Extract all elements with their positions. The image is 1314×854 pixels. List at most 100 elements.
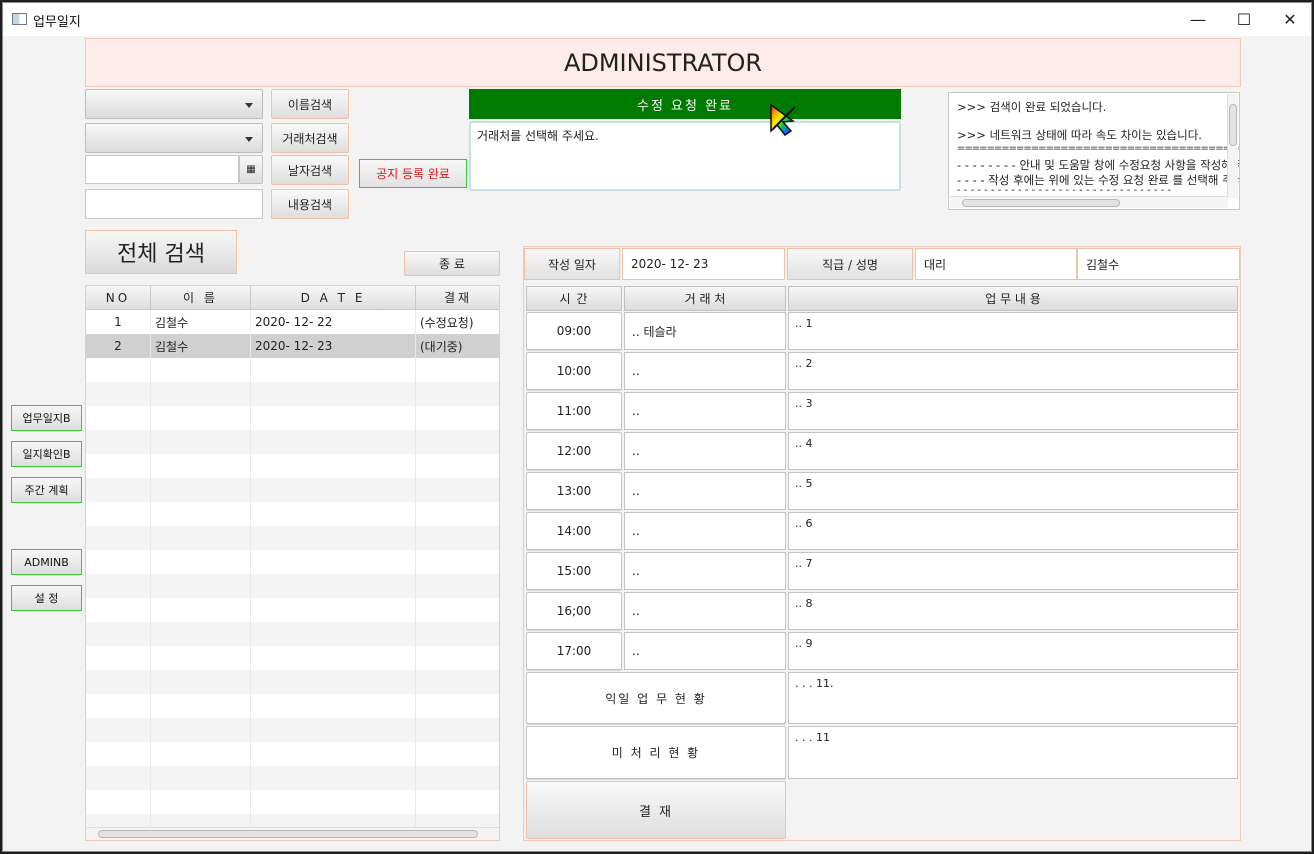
cell-date [251,598,416,622]
sidebar-item-weekly-plan[interactable]: 주간 계획 [11,477,82,503]
table-row[interactable] [86,742,499,766]
approve-button[interactable]: 결 재 [526,781,786,839]
client-field[interactable]: .. [624,592,786,630]
cell-no [86,694,151,718]
cell-date [251,430,416,454]
client-field[interactable]: .. [624,432,786,470]
chevron-down-icon [245,137,253,142]
log-line: >>> 네트워크 상태에 따라 속도 차이는 있습니다. [957,128,1202,142]
table-row[interactable] [86,358,499,382]
table-row[interactable] [86,430,499,454]
exit-button[interactable]: 종 료 [404,251,500,276]
table-row[interactable] [86,550,499,574]
name-search-button[interactable]: 이름검색 [271,89,349,119]
log-vertical-scrollbar[interactable] [1227,94,1238,198]
full-search-button[interactable]: 전체 검색 [85,230,237,274]
client-field[interactable]: .. [624,472,786,510]
cell-status [416,382,499,406]
cell-status [416,502,499,526]
cell-name [151,646,251,670]
scroll-thumb[interactable] [962,199,1120,207]
table-row[interactable]: 2 김철수 2020- 12- 23 (대기중) [86,334,499,358]
work-content-field[interactable]: .. 5 [788,472,1238,510]
request-complete-bar[interactable]: 수정 요청 완료 [469,89,901,119]
table-row[interactable] [86,478,499,502]
date-search-button[interactable]: 날자검색 [271,155,349,185]
work-content-field[interactable]: .. 6 [788,512,1238,550]
client-field[interactable]: .. [624,552,786,590]
table-row[interactable] [86,766,499,790]
cell-name [151,622,251,646]
work-content-field[interactable]: .. 4 [788,432,1238,470]
time-cell: 13:00 [526,472,622,510]
col-header-name[interactable]: 이 름 [151,286,251,310]
work-content-field[interactable]: .. 7 [788,552,1238,590]
scroll-thumb[interactable] [98,830,478,838]
col-header-approval[interactable]: 결재 [416,286,499,310]
log-list-table: NO 이 름 D A T E 결재 1 김철수 2020- 12- 22 (수정요청)… [85,285,500,841]
app-icon [12,13,27,25]
scroll-thumb[interactable] [1229,104,1237,146]
table-horizontal-scrollbar[interactable] [86,827,499,840]
window-title: 업무일지 [33,15,81,30]
client-search-button[interactable]: 거래처검색 [271,123,349,153]
maximize-button[interactable]: ☐ [1221,3,1267,36]
table-row[interactable] [86,382,499,406]
table-row[interactable] [86,598,499,622]
log-horizontal-scrollbar[interactable] [950,196,1228,208]
sidebar-item-work-log[interactable]: 업무일지B [11,405,82,431]
client-field[interactable]: .. [624,352,786,390]
cell-status [416,622,499,646]
minimize-button[interactable]: — [1175,3,1221,36]
cell-no [86,550,151,574]
client-field[interactable]: .. [624,392,786,430]
table-row[interactable] [86,790,499,814]
work-content-field[interactable]: .. 8 [788,592,1238,630]
table-row[interactable] [86,406,499,430]
cell-name [151,790,251,814]
notice-register-button[interactable]: 공지 등록 완료 [359,159,467,188]
search-combo-2[interactable] [85,123,263,153]
cell-date [251,574,416,598]
table-row[interactable] [86,694,499,718]
time-cell: 09:00 [526,312,622,350]
client-field[interactable]: .. [624,632,786,670]
table-row[interactable]: 1 김철수 2020- 12- 22 (수정요청) [86,310,499,334]
sidebar-item-admin[interactable]: ADMINB [11,549,82,575]
time-cell: 10:00 [526,352,622,390]
next-day-field[interactable]: . . . 11. [788,672,1238,724]
cell-status [416,478,499,502]
content-search-input[interactable] [85,189,263,219]
table-row[interactable] [86,454,499,478]
table-row[interactable] [86,574,499,598]
search-combo-1[interactable] [85,89,263,119]
time-cell: 11:00 [526,392,622,430]
table-row[interactable] [86,502,499,526]
client-field[interactable]: .. [624,512,786,550]
col-header-date[interactable]: D A T E [251,286,416,310]
cell-no [86,574,151,598]
cell-name: 김철수 [151,310,251,334]
calendar-icon[interactable]: ▦ [239,155,263,184]
rainbow-cursor-icon [770,103,796,137]
notice-textarea[interactable]: 거래처를 선택해 주세요. [469,121,901,191]
work-content-field[interactable]: .. 1 [788,312,1238,350]
table-row[interactable] [86,622,499,646]
sidebar-item-settings[interactable]: 설 정 [11,585,82,611]
sidebar-item-log-check[interactable]: 일지확인B [11,441,82,467]
work-content-field[interactable]: .. 3 [788,392,1238,430]
table-row[interactable] [86,670,499,694]
col-header-no[interactable]: NO [86,286,151,310]
pending-field[interactable]: . . . 11 [788,726,1238,779]
table-row[interactable] [86,646,499,670]
cell-date [251,742,416,766]
content-search-button[interactable]: 내용검색 [271,189,349,219]
date-field[interactable] [85,155,239,184]
client-field[interactable]: .. 테슬라 [624,312,786,350]
close-button[interactable]: ✕ [1267,3,1311,36]
next-day-label: 익일 업 무 현 황 [526,672,786,724]
work-content-field[interactable]: .. 2 [788,352,1238,390]
table-row[interactable] [86,526,499,550]
table-row[interactable] [86,718,499,742]
work-content-field[interactable]: .. 9 [788,632,1238,670]
